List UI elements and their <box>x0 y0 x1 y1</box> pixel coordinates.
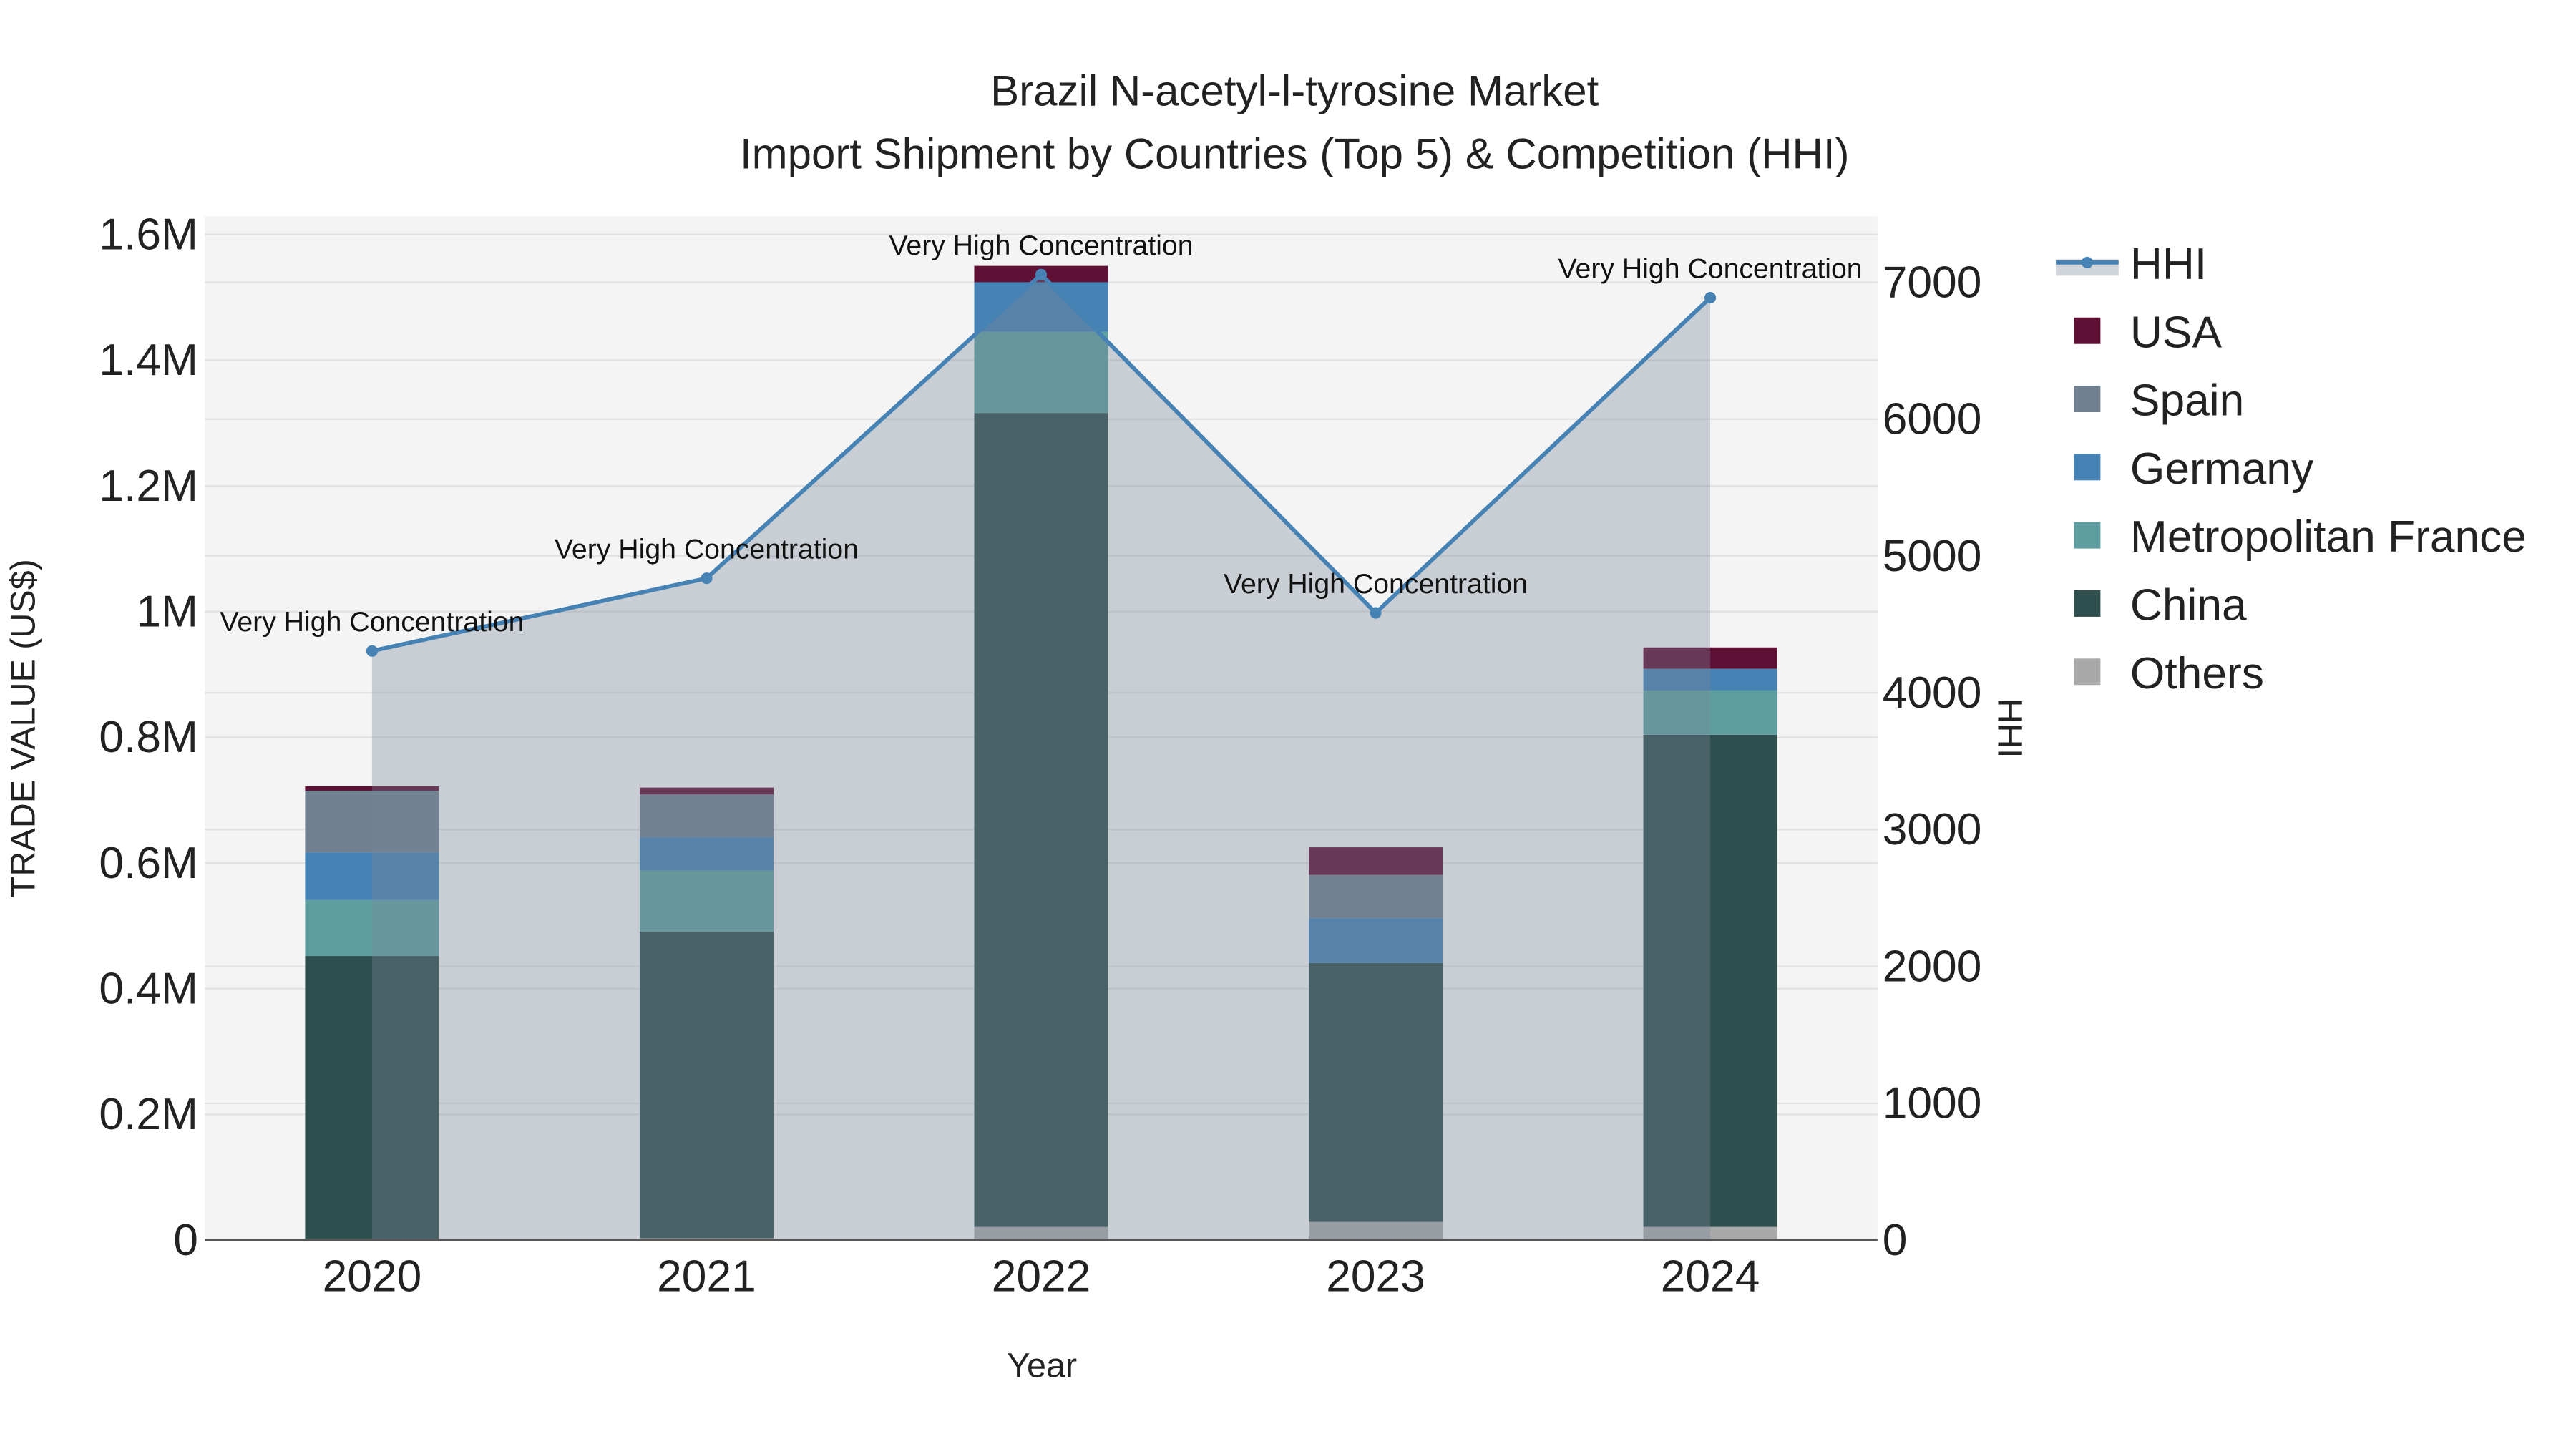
legend-label: China <box>2130 581 2247 630</box>
legend-swatch <box>2074 454 2101 481</box>
legend-swatch <box>2074 658 2101 686</box>
x-tick-label: 2020 <box>323 1252 422 1302</box>
y2-tick-label: 1000 <box>1883 1079 1982 1128</box>
y2-tick-label: 0 <box>1883 1216 1908 1265</box>
legend-label: Spain <box>2130 376 2244 426</box>
hhi-point <box>701 572 713 585</box>
y-tick-label: 0.6M <box>99 839 198 888</box>
legend: HHI USA Spain Germany Metropolitan France Chi… <box>2056 240 2527 698</box>
y2-tick-label: 2000 <box>1883 942 1982 991</box>
x-axis-label: Year <box>1007 1347 1077 1385</box>
hhi-annotation: Very High Concentration <box>555 534 859 565</box>
y-tick-label: 0 <box>173 1216 198 1265</box>
legend-label: Others <box>2130 649 2264 698</box>
y-tick-label: 0.4M <box>99 965 198 1014</box>
hhi-annotation: Very High Concentration <box>889 230 1193 261</box>
y-tick-label: 1.6M <box>99 210 198 259</box>
y-axis-label: TRADE VALUE (US$) <box>4 559 42 897</box>
legend-label: Germany <box>2130 444 2314 494</box>
legend-swatch <box>2074 317 2101 344</box>
x-tick-label: 2024 <box>1661 1252 1760 1302</box>
y2-tick-label: 3000 <box>1883 805 1982 854</box>
y2-tick-label: 4000 <box>1883 668 1982 718</box>
y-tick-label: 1M <box>136 587 198 636</box>
y2-tick-label: 5000 <box>1883 532 1982 581</box>
y-tick-label: 0.2M <box>99 1090 198 1139</box>
legend-label: Metropolitan France <box>2130 512 2527 562</box>
x-tick-label: 2023 <box>1326 1252 1425 1302</box>
y2-tick-label: 6000 <box>1883 395 1982 444</box>
legend-label: HHI <box>2130 240 2207 289</box>
y-tick-label: 0.8M <box>99 713 198 762</box>
hhi-point <box>366 645 378 657</box>
hhi-point <box>1704 291 1717 304</box>
legend-swatch <box>2074 590 2101 617</box>
legend-hhi-marker-icon <box>2081 256 2093 268</box>
y-tick-label: 1.2M <box>99 462 198 511</box>
x-tick-label: 2021 <box>657 1252 756 1302</box>
legend-label: USA <box>2130 308 2223 357</box>
y2-axis-label: HHI <box>1990 698 2029 758</box>
chart-title: Brazil N-acetyl-l-tyrosine Market <box>990 67 1599 115</box>
y-tick-label: 1.4M <box>99 336 198 385</box>
hhi-annotation: Very High Concentration <box>1558 253 1863 284</box>
hhi-annotation: Very High Concentration <box>220 606 524 638</box>
legend-swatch <box>2074 386 2101 412</box>
legend-swatch <box>2074 522 2101 549</box>
hhi-annotation: Very High Concentration <box>1224 568 1528 600</box>
hhi-point <box>1370 607 1382 619</box>
hhi-point <box>1035 268 1048 280</box>
x-tick-label: 2022 <box>992 1252 1091 1302</box>
chart: Brazil N-acetyl-l-tyrosine Market Import… <box>4 67 2527 1385</box>
chart-subtitle: Import Shipment by Countries (Top 5) & C… <box>740 130 1850 177</box>
y2-tick-label: 7000 <box>1883 258 1982 307</box>
